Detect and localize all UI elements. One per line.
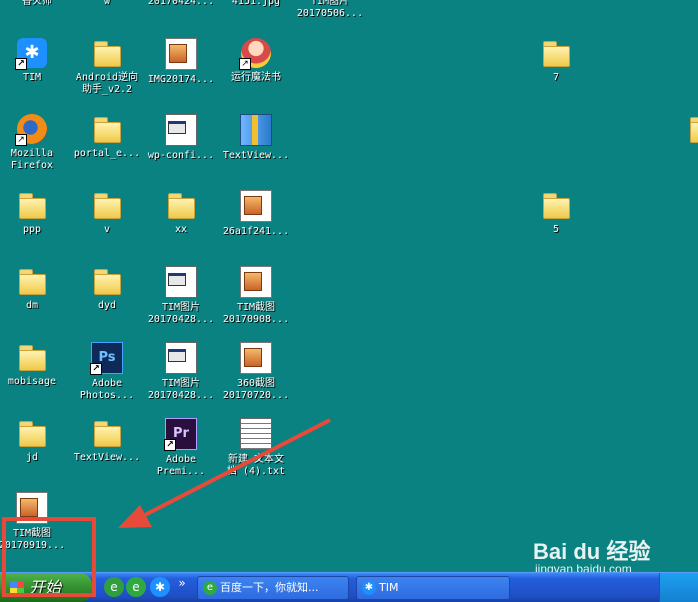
annotation-arrow-icon xyxy=(118,418,331,528)
